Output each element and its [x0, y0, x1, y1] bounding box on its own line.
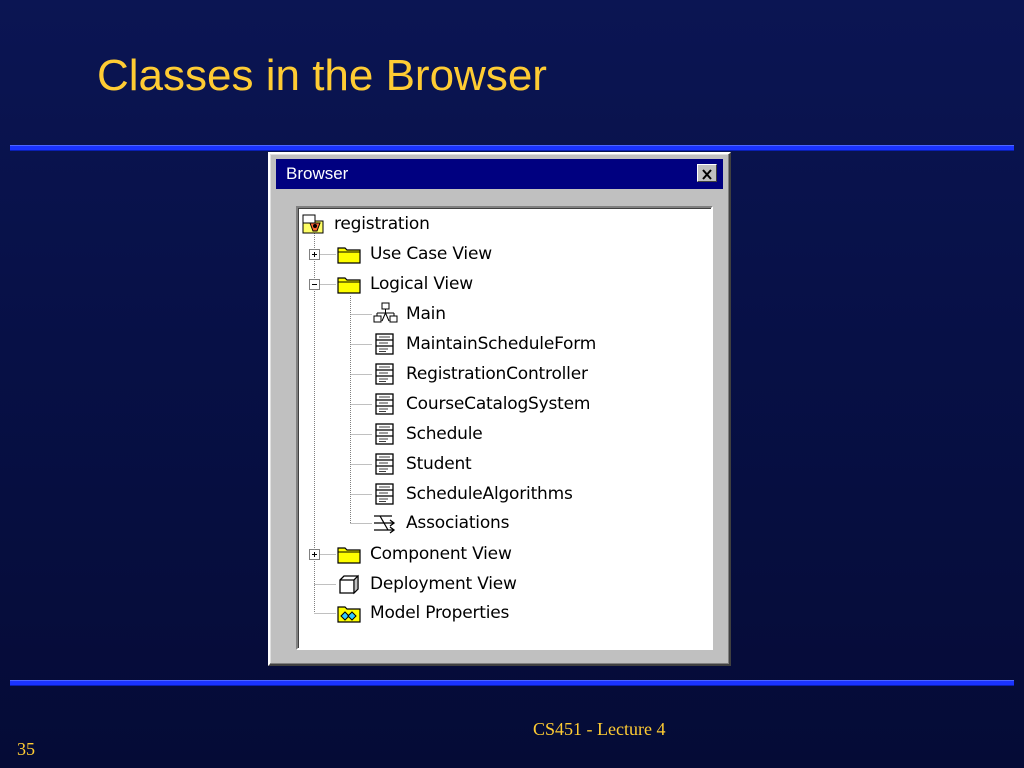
tree-node-label: Main [406, 304, 446, 324]
class-icon [372, 482, 398, 506]
tree-node-maintainscheduleform[interactable]: MaintainScheduleForm [372, 330, 596, 358]
class-diagram-icon [372, 302, 398, 326]
collapse-logical-view[interactable] [309, 279, 320, 290]
model-properties-icon [336, 601, 362, 625]
class-icon [372, 332, 398, 356]
tree-node-label: Associations [406, 513, 510, 533]
tree-node-label: Logical View [370, 274, 473, 294]
folder-icon [336, 542, 362, 566]
tree-node-component-view[interactable]: Component View [336, 540, 512, 568]
close-button[interactable] [697, 164, 717, 182]
browser-titlebar[interactable]: Browser [276, 159, 723, 189]
browser-window[interactable]: Browser registration Use Case View Logic… [268, 152, 731, 666]
tree-node-label: CourseCatalogSystem [406, 394, 591, 414]
tree-node-label: Use Case View [370, 244, 492, 264]
tree-node-coursecatalogsystem[interactable]: CourseCatalogSystem [372, 390, 590, 418]
tree-node-student[interactable]: Student [372, 450, 472, 478]
tree-node-label: RegistrationController [406, 364, 588, 384]
tree-node-use-case-view[interactable]: Use Case View [336, 240, 492, 268]
tree-node-label: Student [406, 454, 472, 474]
tree-node-label: Model Properties [370, 603, 510, 623]
page-number: 35 [17, 739, 35, 759]
class-icon [372, 362, 398, 386]
tree-node-associations[interactable]: Associations [372, 509, 509, 537]
bottom-divider [10, 680, 1014, 686]
expand-use-case-view[interactable] [309, 249, 320, 260]
folder-icon [336, 272, 362, 296]
class-icon [372, 392, 398, 416]
tree-node-label: Deployment View [370, 574, 517, 594]
plus-icon [312, 252, 317, 257]
footer-course-label: CS451 - Lecture 4 [533, 719, 666, 739]
tree-node-label: registration [334, 214, 430, 234]
tree-node-schedule[interactable]: Schedule [372, 420, 483, 448]
tree-node-main[interactable]: Main [372, 300, 446, 328]
tree-node-label: Schedule [406, 424, 483, 444]
tree-node-schedulealgorithms[interactable]: ScheduleAlgorithms [372, 480, 573, 508]
tree-node-label: Component View [370, 544, 512, 564]
associations-icon [372, 511, 398, 535]
tree-node-deployment-view[interactable]: Deployment View [336, 570, 517, 598]
folder-icon [336, 242, 362, 266]
plus-icon [312, 552, 317, 557]
tree-node-label: ScheduleAlgorithms [406, 484, 573, 504]
slide-title: Classes in the Browser [97, 51, 547, 100]
tree-node-registration[interactable]: registration [300, 210, 430, 238]
close-icon [702, 168, 712, 180]
tree-node-label: MaintainScheduleForm [406, 334, 597, 354]
minus-icon [312, 284, 317, 285]
expand-component-view[interactable] [309, 549, 320, 560]
class-icon [372, 422, 398, 446]
browser-title: Browser [286, 164, 349, 183]
browser-tree[interactable]: registration Use Case View Logical View [296, 206, 713, 650]
class-icon [372, 452, 398, 476]
tree-node-model-properties[interactable]: Model Properties [336, 599, 509, 627]
tree-node-logical-view[interactable]: Logical View [336, 270, 473, 298]
tree-node-registrationcontroller[interactable]: RegistrationController [372, 360, 588, 388]
model-root-icon [300, 212, 326, 236]
deployment-icon [336, 572, 362, 596]
top-divider [10, 145, 1014, 151]
